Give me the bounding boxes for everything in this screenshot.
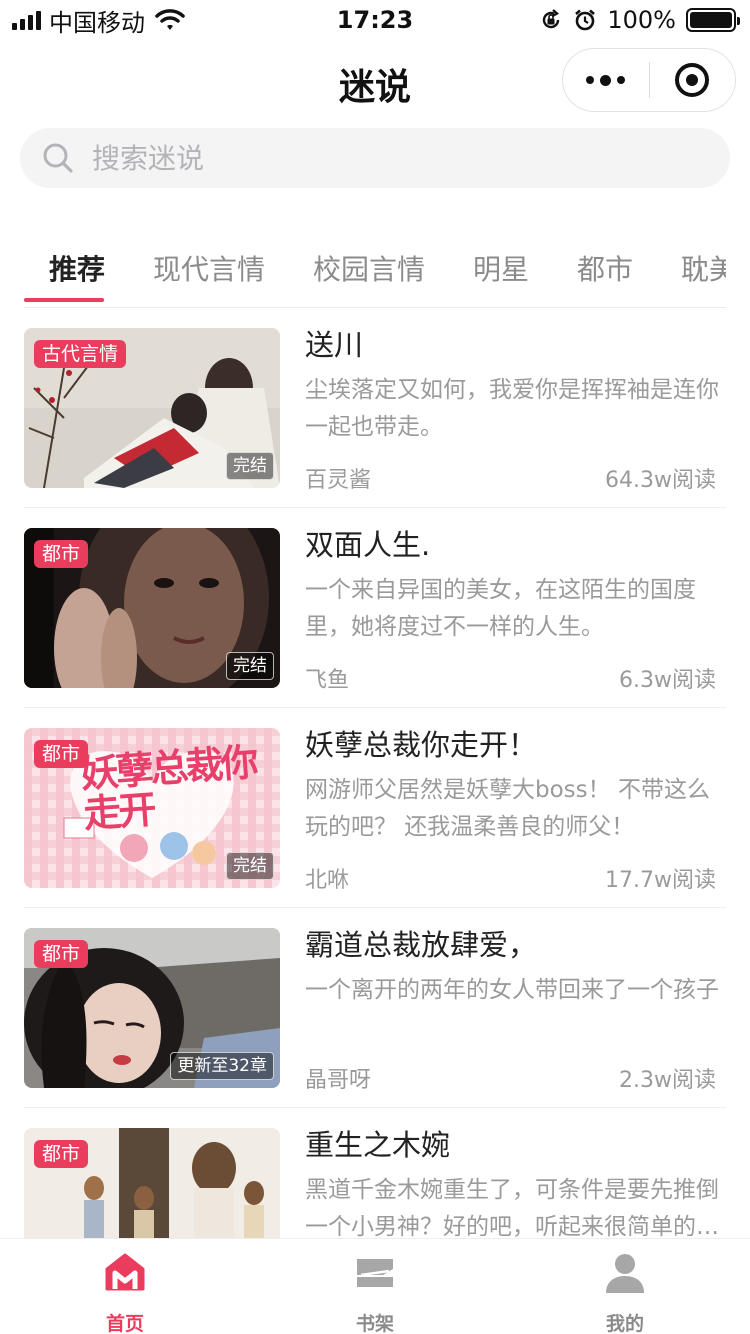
book-description: 一个来自异国的美女，在这陌生的国度里，她将度过不一样的人生。 <box>305 577 696 640</box>
active-tab-indicator <box>24 298 104 302</box>
app-page: 中国移动 17:23 100% 迷说 搜索迷说 推荐 现代言情 校园言情 明星 … <box>0 0 750 1334</box>
book-cover[interactable]: 都市 <box>24 1128 280 1238</box>
read-count: 17.7w阅读 <box>605 868 716 893</box>
alarm-icon <box>575 9 596 31</box>
tab-recommend[interactable]: 推荐 <box>49 248 105 288</box>
book-item[interactable]: 妖孽总裁你走开 都市 完结 妖孽总裁你走开！ 网游师父居然是妖孽大boss！ 不… <box>24 708 726 908</box>
wifi-icon <box>155 9 185 30</box>
status-bar: 中国移动 17:23 100% <box>0 0 750 40</box>
tab-urban[interactable]: 都市 <box>577 248 633 288</box>
book-cover[interactable]: 妖孽总裁你走开 都市 完结 <box>24 728 280 888</box>
tabbar-profile[interactable]: 我的 <box>500 1239 750 1334</box>
book-author: 北咻 <box>305 868 350 893</box>
more-button[interactable] <box>563 49 649 111</box>
book-description: 一个离开的两年的女人带回来了一个孩子 <box>305 977 719 1003</box>
tabbar-label: 首页 <box>105 1313 144 1334</box>
book-item[interactable]: 都市 更新至32章 霸道总裁放肆爱， 一个离开的两年的女人带回来了一个孩子 晶哥… <box>24 908 726 1108</box>
book-description: 黑道千金木婉重生了，可条件是要先推倒一个小男神？好的吧，听起来很简单的样子 <box>305 1177 719 1238</box>
cover-title-art: 妖孽总裁你走开 <box>79 740 257 837</box>
category-tabs: 推荐 现代言情 校园言情 明星 都市 耽美 <box>24 230 726 308</box>
category-badge: 都市 <box>34 1140 89 1168</box>
read-count: 64.3w阅读 <box>605 468 716 493</box>
tab-danmei[interactable]: 耽美 <box>681 248 726 288</box>
bottom-tab-bar: 首页 书架 我的 <box>0 1238 750 1334</box>
carrier-label: 中国移动 <box>49 8 145 37</box>
book-author: 飞鱼 <box>305 668 350 693</box>
book-cover[interactable]: 都市 更新至32章 <box>24 928 280 1088</box>
book-title[interactable]: 送川 <box>305 322 363 364</box>
tab-celebrity[interactable]: 明星 <box>473 248 529 288</box>
status-right: 100% <box>539 6 740 34</box>
profile-icon <box>606 1254 644 1293</box>
book-author: 百灵酱 <box>305 468 372 493</box>
book-description: 尘埃落定又如何，我爱你是挥挥袖是连你一起也带走。 <box>305 377 719 440</box>
tab-modern-romance[interactable]: 现代言情 <box>153 248 265 288</box>
close-button[interactable] <box>650 49 736 111</box>
book-list: 古代言情 完结 送川 尘埃落定又如何，我爱你是挥挥袖是连你一起也带走。 百灵酱 … <box>0 308 750 1238</box>
book-item[interactable]: 古代言情 完结 送川 尘埃落定又如何，我爱你是挥挥袖是连你一起也带走。 百灵酱 … <box>24 308 726 508</box>
status-left: 中国移动 <box>12 6 185 37</box>
status-badge: 完结 <box>226 452 274 480</box>
battery-percent: 100% <box>607 6 676 34</box>
category-badge: 都市 <box>34 540 89 568</box>
book-cover[interactable]: 古代言情 完结 <box>24 328 280 488</box>
status-badge: 更新至32章 <box>170 1052 274 1080</box>
search-icon <box>43 143 73 173</box>
orientation-lock-icon <box>543 9 560 29</box>
book-title[interactable]: 重生之木婉 <box>305 1122 450 1164</box>
book-item[interactable]: 都市 完结 双面人生. 一个来自异国的美女，在这陌生的国度里，她将度过不一样的人… <box>24 508 726 708</box>
category-badge: 都市 <box>34 940 89 968</box>
book-item[interactable]: 都市 重生之木婉 黑道千金木婉重生了，可条件是要先推倒一个小男神？好的吧，听起来… <box>24 1108 726 1238</box>
signal-icon <box>12 10 41 30</box>
battery-icon <box>686 8 740 32</box>
book-author: 晶哥呀 <box>305 1068 372 1093</box>
read-count: 2.3w阅读 <box>619 1068 716 1093</box>
status-badge: 完结 <box>226 852 274 880</box>
tabbar-bookshelf[interactable]: 书架 <box>250 1239 500 1334</box>
tabbar-label: 书架 <box>355 1313 394 1334</box>
close-icon <box>675 63 710 97</box>
book-cover[interactable]: 都市 完结 <box>24 528 280 688</box>
battery-fill <box>690 12 732 28</box>
status-badge: 完结 <box>226 652 274 680</box>
book-title[interactable]: 妖孽总裁你走开！ <box>305 722 537 764</box>
nav-bar: 迷说 <box>0 44 750 120</box>
home-icon <box>105 1253 145 1291</box>
read-count: 6.3w阅读 <box>619 668 716 693</box>
tabbar-home[interactable]: 首页 <box>0 1239 250 1334</box>
search-box[interactable] <box>20 128 730 188</box>
bookshelf-icon <box>357 1259 393 1287</box>
book-title[interactable]: 霸道总裁放肆爱， <box>305 922 537 964</box>
tabbar-label: 我的 <box>605 1313 644 1334</box>
category-badge: 古代言情 <box>34 340 127 368</box>
book-title[interactable]: 双面人生. <box>305 522 430 564</box>
search-input[interactable] <box>92 141 652 175</box>
mini-program-capsule <box>562 48 736 112</box>
tab-campus-romance[interactable]: 校园言情 <box>313 248 425 288</box>
book-description: 网游师父居然是妖孽大boss！ 不带这么玩的吧？ 还我温柔善良的师父！ <box>305 777 710 840</box>
category-badge: 都市 <box>34 740 89 768</box>
